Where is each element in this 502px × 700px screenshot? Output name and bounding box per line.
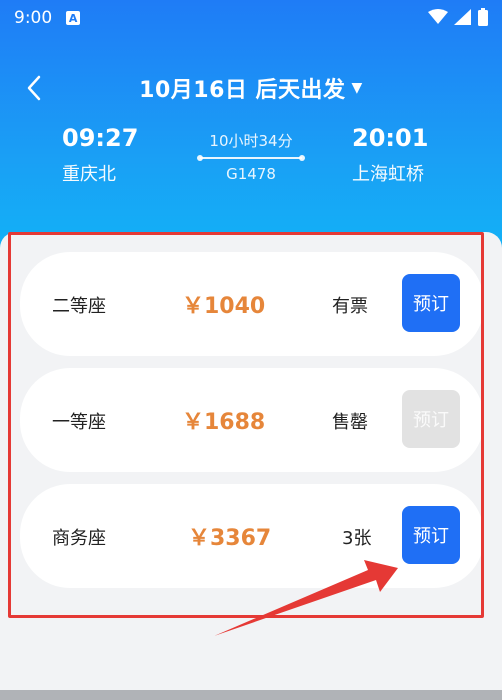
arrival-info: 20:01 上海虹桥: [352, 124, 428, 186]
status-icons: [428, 8, 488, 26]
duration-line: [197, 155, 305, 161]
arrival-station: 上海虹桥: [352, 164, 424, 185]
seat-availability: 有票: [332, 296, 368, 317]
header: 9:00 A 10月16日 后天出发 ▼ 09:27 重庆北 10小时34分 G…: [0, 0, 502, 260]
departure-time: 09:27: [62, 124, 139, 152]
wifi-icon: [428, 9, 448, 24]
departure-date-label: 10月16日 后天出发: [139, 78, 346, 103]
seat-class-name: 二等座: [52, 296, 106, 317]
seat-class-name: 商务座: [52, 528, 106, 549]
chevron-left-icon: [27, 75, 41, 101]
bottom-bar: [0, 690, 502, 700]
battery-icon: [478, 8, 488, 26]
seat-price: ￥3367: [188, 526, 272, 551]
status-bar: 9:00 A: [0, 0, 502, 36]
seat-row-first-class: 一等座 ￥1688 售罄 预订: [20, 368, 484, 472]
book-button-second-class[interactable]: 预订: [402, 274, 460, 332]
departure-date-selector[interactable]: 10月16日 后天出发 ▼: [139, 72, 363, 104]
departure-station: 重庆北: [62, 164, 116, 185]
departure-info: 09:27 重庆北: [62, 124, 138, 186]
book-button-business-class[interactable]: 预订: [402, 506, 460, 564]
duration-info: 10小时34分 G1478: [197, 130, 305, 183]
seat-price: ￥1688: [182, 410, 266, 435]
seat-availability: 售罄: [332, 412, 368, 433]
caret-down-icon: ▼: [351, 80, 363, 96]
signal-icon: [454, 9, 471, 25]
travel-duration: 10小时34分: [209, 132, 293, 150]
seat-class-name: 一等座: [52, 412, 106, 433]
status-time: 9:00: [14, 8, 53, 28]
back-button[interactable]: [18, 72, 50, 104]
seat-row-business-class: 商务座 ￥3367 3张 预订: [20, 484, 484, 588]
book-button-first-class[interactable]: 预订: [402, 390, 460, 448]
top-navigation: 10月16日 后天出发 ▼: [0, 60, 502, 116]
trip-summary: 09:27 重庆北 10小时34分 G1478 20:01 上海虹桥: [0, 124, 502, 194]
seat-row-second-class: 二等座 ￥1040 有票 预订: [20, 252, 484, 356]
notification-icon: A: [66, 11, 81, 25]
seat-price: ￥1040: [182, 294, 266, 319]
seat-availability: 3张: [342, 528, 372, 549]
train-number: G1478: [226, 165, 276, 183]
arrival-time: 20:01: [352, 124, 429, 152]
